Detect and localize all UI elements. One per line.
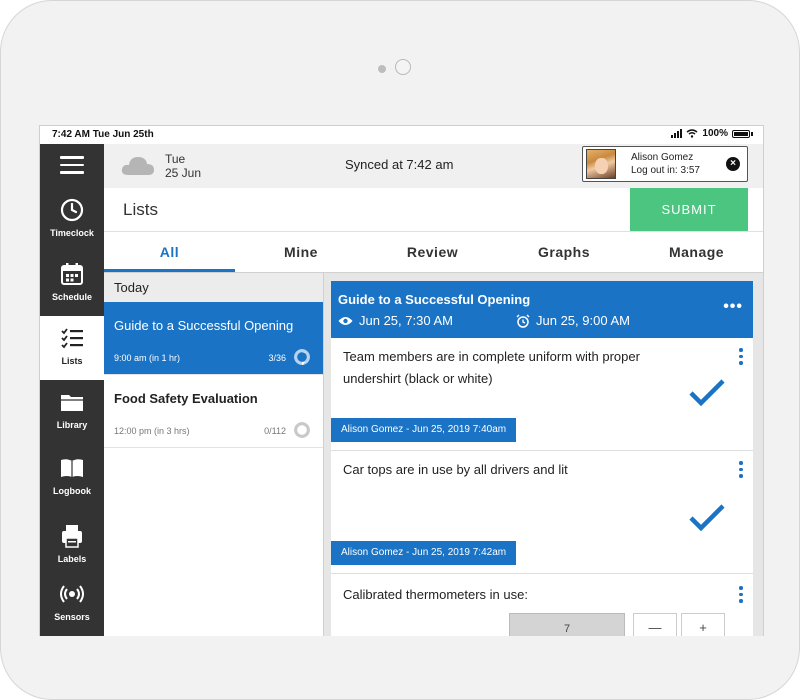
sidebar-item-label: Timeclock: [50, 228, 94, 238]
list-item[interactable]: Food Safety Evaluation 12:00 pm (in 3 hr…: [104, 375, 323, 448]
sidebar-item-label: Logbook: [53, 486, 91, 496]
tab-review[interactable]: Review: [367, 232, 498, 272]
sidebar-item-label: Library: [56, 420, 88, 430]
task-text: Car tops are in use by all drivers and l…: [343, 462, 568, 477]
detail-due: Jun 25, 9:00 AM: [536, 313, 630, 328]
sidebar-item-label: Schedule: [51, 292, 92, 302]
battery-icon: [732, 129, 750, 138]
section-header: Today: [104, 273, 323, 302]
sidebar-item-library[interactable]: Library: [40, 380, 104, 444]
task-text: Calibrated thermometers in use:: [343, 587, 528, 602]
book-icon: [61, 459, 83, 477]
wifi-icon: [686, 129, 698, 138]
close-icon[interactable]: ×: [726, 157, 740, 171]
weather-day: Tue: [165, 152, 186, 166]
tab-mine[interactable]: Mine: [235, 232, 367, 272]
thermometer-count-input[interactable]: 7: [509, 613, 625, 636]
progress-ring: [294, 349, 310, 365]
menu-icon[interactable]: [60, 156, 84, 174]
user-session-card[interactable]: Alison Gomez Log out in: 3:57 ×: [582, 146, 748, 182]
decrement-button[interactable]: —: [633, 613, 677, 636]
sensor-icon: [60, 585, 84, 603]
sidebar-item-label: Sensors: [54, 612, 90, 622]
sidebar-item-schedule[interactable]: Schedule: [40, 252, 104, 316]
kebab-menu-icon[interactable]: [739, 461, 743, 481]
tab-all[interactable]: All: [104, 232, 235, 272]
increment-button[interactable]: +: [681, 613, 725, 636]
battery-percent: 100%: [702, 128, 728, 139]
checkmark-icon[interactable]: [689, 503, 725, 531]
progress-ring: [294, 422, 310, 438]
task-item: Car tops are in use by all drivers and l…: [331, 451, 753, 574]
sidebar: Timeclock Schedule Lists Library Logbook…: [40, 144, 104, 636]
checkmark-icon[interactable]: [689, 378, 725, 406]
sidebar-item-labels[interactable]: Labels: [40, 514, 104, 578]
sidebar-item-label: Labels: [57, 554, 87, 564]
status-time: 7:42 AM Tue Jun 25th: [52, 129, 154, 140]
sidebar-item-timeclock[interactable]: Timeclock: [40, 188, 104, 252]
more-options-icon[interactable]: •••: [723, 298, 743, 316]
tab-graphs[interactable]: Graphs: [498, 232, 630, 272]
tab-manage[interactable]: Manage: [630, 232, 763, 272]
eye-icon: [338, 316, 353, 325]
list-item-time: 12:00 pm (in 3 hrs): [114, 426, 190, 436]
sidebar-item-sensors[interactable]: Sensors: [40, 572, 104, 636]
sidebar-item-lists[interactable]: Lists: [40, 316, 104, 380]
user-name: Alison Gomez: [631, 152, 694, 163]
page-title: Lists: [123, 200, 158, 219]
clock-icon: [60, 198, 84, 222]
checklist-list: Today Guide to a Successful Opening 9:00…: [104, 273, 324, 636]
weather-date: 25 Jun: [165, 166, 202, 180]
list-item-count: 0/112: [264, 426, 286, 436]
signature-badge: Alison Gomez - Jun 25, 2019 7:40am: [331, 418, 517, 442]
calendar-icon: [61, 263, 83, 285]
submit-button[interactable]: SUBMIT: [630, 188, 748, 231]
detail-header: Guide to a Successful Opening Jun 25, 7:…: [331, 281, 753, 338]
header-bar: Tue 25 Jun Synced at 7:42 am Alison Gome…: [104, 144, 763, 188]
task-item: Calibrated thermometers in use: 7 — +: [331, 574, 753, 636]
folder-icon: [61, 395, 83, 411]
list-item-title: Food Safety Evaluation: [114, 391, 258, 406]
kebab-menu-icon[interactable]: [739, 586, 743, 606]
sync-status: Synced at 7:42 am: [345, 157, 454, 172]
list-item-count: 3/36: [268, 353, 286, 363]
signal-icon: [671, 129, 683, 138]
alarm-icon: [516, 314, 530, 328]
signature-badge: Alison Gomez - Jun 25, 2019 7:42am: [331, 541, 517, 565]
kebab-menu-icon[interactable]: [739, 348, 743, 368]
app-screen: 7:42 AM Tue Jun 25th 100% Timeclock Sche…: [39, 125, 764, 636]
logout-timer: Log out in: 3:57: [631, 165, 700, 176]
task-item: Team members are in complete uniform wit…: [331, 338, 753, 451]
list-item[interactable]: Guide to a Successful Opening 9:00 am (i…: [104, 302, 323, 375]
checklist-icon: [61, 328, 83, 349]
task-text: Team members are in complete uniform wit…: [343, 349, 640, 386]
sidebar-item-logbook[interactable]: Logbook: [40, 446, 104, 510]
cloud-icon: [121, 157, 154, 175]
status-bar: 7:42 AM Tue Jun 25th 100%: [40, 126, 763, 144]
camera-lens: [395, 59, 411, 75]
detail-title: Guide to a Successful Opening: [338, 292, 531, 307]
list-item-time: 9:00 am (in 1 hr): [114, 353, 181, 363]
title-bar: Lists SUBMIT: [104, 188, 763, 231]
printer-icon: [62, 525, 82, 548]
detail-start: Jun 25, 7:30 AM: [359, 313, 453, 328]
list-item-title: Guide to a Successful Opening: [114, 318, 294, 333]
avatar: [586, 149, 616, 179]
sidebar-item-label: Lists: [61, 356, 83, 366]
sensor-dot: [378, 65, 386, 73]
checklist-detail: Guide to a Successful Opening Jun 25, 7:…: [324, 273, 763, 636]
tab-bar: All Mine Review Graphs Manage: [104, 231, 763, 273]
